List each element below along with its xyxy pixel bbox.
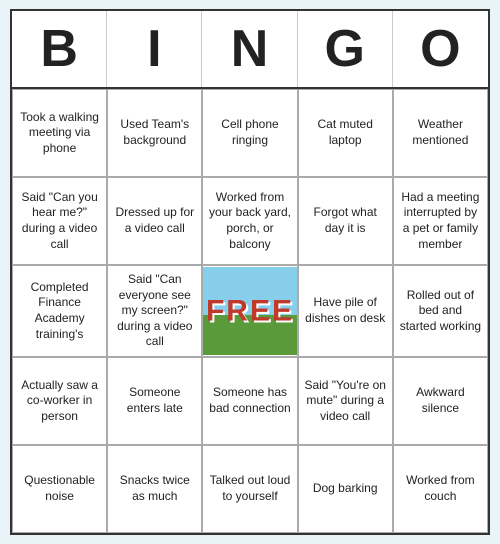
- bingo-cell-8[interactable]: Forgot what day it is: [298, 177, 393, 265]
- cell-text-18: Said "You're on mute" during a video cal…: [304, 378, 387, 425]
- bingo-letter-B: B: [12, 11, 107, 87]
- bingo-cell-19[interactable]: Awkward silence: [393, 357, 488, 445]
- bingo-cell-9[interactable]: Had a meeting interrupted by a pet or fa…: [393, 177, 488, 265]
- bingo-cell-18[interactable]: Said "You're on mute" during a video cal…: [298, 357, 393, 445]
- cell-text-16: Someone enters late: [113, 385, 196, 416]
- bingo-cell-0[interactable]: Took a walking meeting via phone: [12, 89, 107, 177]
- cell-text-24: Worked from couch: [399, 473, 482, 504]
- bingo-letter-N: N: [202, 11, 297, 87]
- cell-text-19: Awkward silence: [399, 385, 482, 416]
- bingo-cell-11[interactable]: Said "Can everyone see my screen?" durin…: [107, 265, 202, 357]
- bingo-cell-24[interactable]: Worked from couch: [393, 445, 488, 533]
- bingo-letter-O: O: [393, 11, 488, 87]
- cell-text-0: Took a walking meeting via phone: [18, 110, 101, 157]
- cell-text-9: Had a meeting interrupted by a pet or fa…: [399, 190, 482, 252]
- bingo-cell-15[interactable]: Actually saw a co-worker in person: [12, 357, 107, 445]
- bingo-letter-G: G: [298, 11, 393, 87]
- cell-text-17: Someone has bad connection: [208, 385, 291, 416]
- cell-text-3: Cat muted laptop: [304, 117, 387, 148]
- cell-text-11: Said "Can everyone see my screen?" durin…: [113, 272, 196, 350]
- cell-text-1: Used Team's background: [113, 117, 196, 148]
- bingo-cell-23[interactable]: Dog barking: [298, 445, 393, 533]
- cell-text-13: Have pile of dishes on desk: [304, 295, 387, 326]
- cell-text-23: Dog barking: [313, 481, 378, 497]
- bingo-cell-2[interactable]: Cell phone ringing: [202, 89, 297, 177]
- cell-text-7: Worked from your back yard, porch, or ba…: [208, 190, 291, 252]
- cell-text-5: Said "Can you hear me?" during a video c…: [18, 190, 101, 252]
- bingo-cell-16[interactable]: Someone enters late: [107, 357, 202, 445]
- cell-text-14: Rolled out of bed and started working: [399, 288, 482, 335]
- cell-text-15: Actually saw a co-worker in person: [18, 378, 101, 425]
- bingo-cell-3[interactable]: Cat muted laptop: [298, 89, 393, 177]
- bingo-cell-4[interactable]: Weather mentioned: [393, 89, 488, 177]
- bingo-grid: Took a walking meeting via phone Used Tea…: [12, 89, 488, 533]
- bingo-cell-17[interactable]: Someone has bad connection: [202, 357, 297, 445]
- cell-text-4: Weather mentioned: [399, 117, 482, 148]
- cell-text-20: Questionable noise: [18, 473, 101, 504]
- cell-text-2: Cell phone ringing: [208, 117, 291, 148]
- cell-text-8: Forgot what day it is: [304, 205, 387, 236]
- cell-text-22: Talked out loud to yourself: [208, 473, 291, 504]
- bingo-cell-7[interactable]: Worked from your back yard, porch, or ba…: [202, 177, 297, 265]
- bingo-cell-22[interactable]: Talked out loud to yourself: [202, 445, 297, 533]
- cell-text-21: Snacks twice as much: [113, 473, 196, 504]
- cell-text-10: Completed Finance Academy training's: [18, 280, 101, 342]
- bingo-cell-1[interactable]: Used Team's background: [107, 89, 202, 177]
- free-space-label: FREE: [206, 292, 294, 331]
- bingo-cell-13[interactable]: Have pile of dishes on desk: [298, 265, 393, 357]
- bingo-cell-14[interactable]: Rolled out of bed and started working: [393, 265, 488, 357]
- bingo-cell-10[interactable]: Completed Finance Academy training's: [12, 265, 107, 357]
- bingo-header: BINGO: [12, 11, 488, 89]
- bingo-cell-12[interactable]: FREE: [202, 265, 297, 357]
- bingo-cell-5[interactable]: Said "Can you hear me?" during a video c…: [12, 177, 107, 265]
- bingo-letter-I: I: [107, 11, 202, 87]
- bingo-cell-20[interactable]: Questionable noise: [12, 445, 107, 533]
- bingo-cell-6[interactable]: Dressed up for a video call: [107, 177, 202, 265]
- bingo-card: BINGO Took a walking meeting via phone Us…: [10, 9, 490, 535]
- bingo-cell-21[interactable]: Snacks twice as much: [107, 445, 202, 533]
- cell-text-6: Dressed up for a video call: [113, 205, 196, 236]
